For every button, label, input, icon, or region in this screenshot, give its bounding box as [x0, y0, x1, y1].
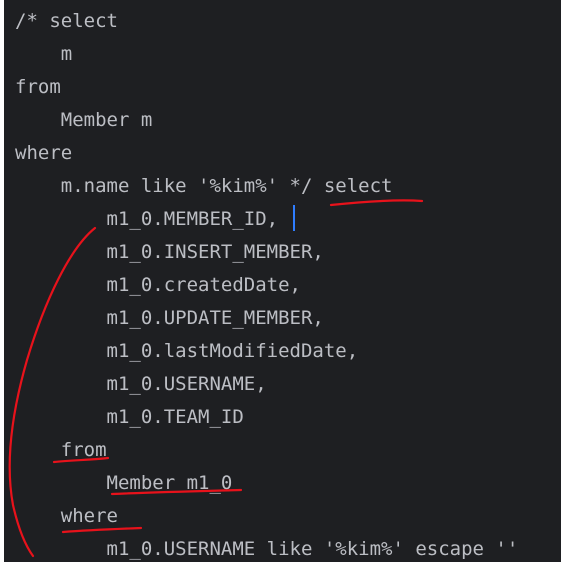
code-editor[interactable]: /* select m from Member m where m.name l…	[4, 0, 561, 562]
code-line-14: from	[15, 439, 107, 461]
code-line-13: m1_0.TEAM_ID	[15, 406, 244, 428]
code-line-15: Member m1_0	[15, 472, 233, 494]
text-caret	[293, 205, 295, 231]
code-line-10: m1_0.UPDATE_MEMBER,	[15, 307, 324, 329]
code-line-12: m1_0.USERNAME,	[15, 373, 267, 395]
code-line-5: where	[15, 142, 73, 164]
code-line-16: where	[15, 505, 118, 527]
code-line-17: m1_0.USERNAME like '%kim%' escape ''	[15, 538, 519, 560]
code-line-1: /* select	[15, 10, 118, 32]
code-line-2: m	[15, 43, 73, 65]
code-line-8: m1_0.INSERT_MEMBER,	[15, 241, 324, 263]
code-line-6: m.name like '%kim%' */ select	[15, 175, 393, 197]
code-line-11: m1_0.lastModifiedDate,	[15, 340, 359, 362]
code-line-4: Member m	[15, 109, 153, 131]
code-line-7: m1_0.MEMBER_ID,	[15, 208, 279, 230]
code-line-9: m1_0.createdDate,	[15, 274, 301, 296]
code-line-3: from	[15, 76, 61, 98]
